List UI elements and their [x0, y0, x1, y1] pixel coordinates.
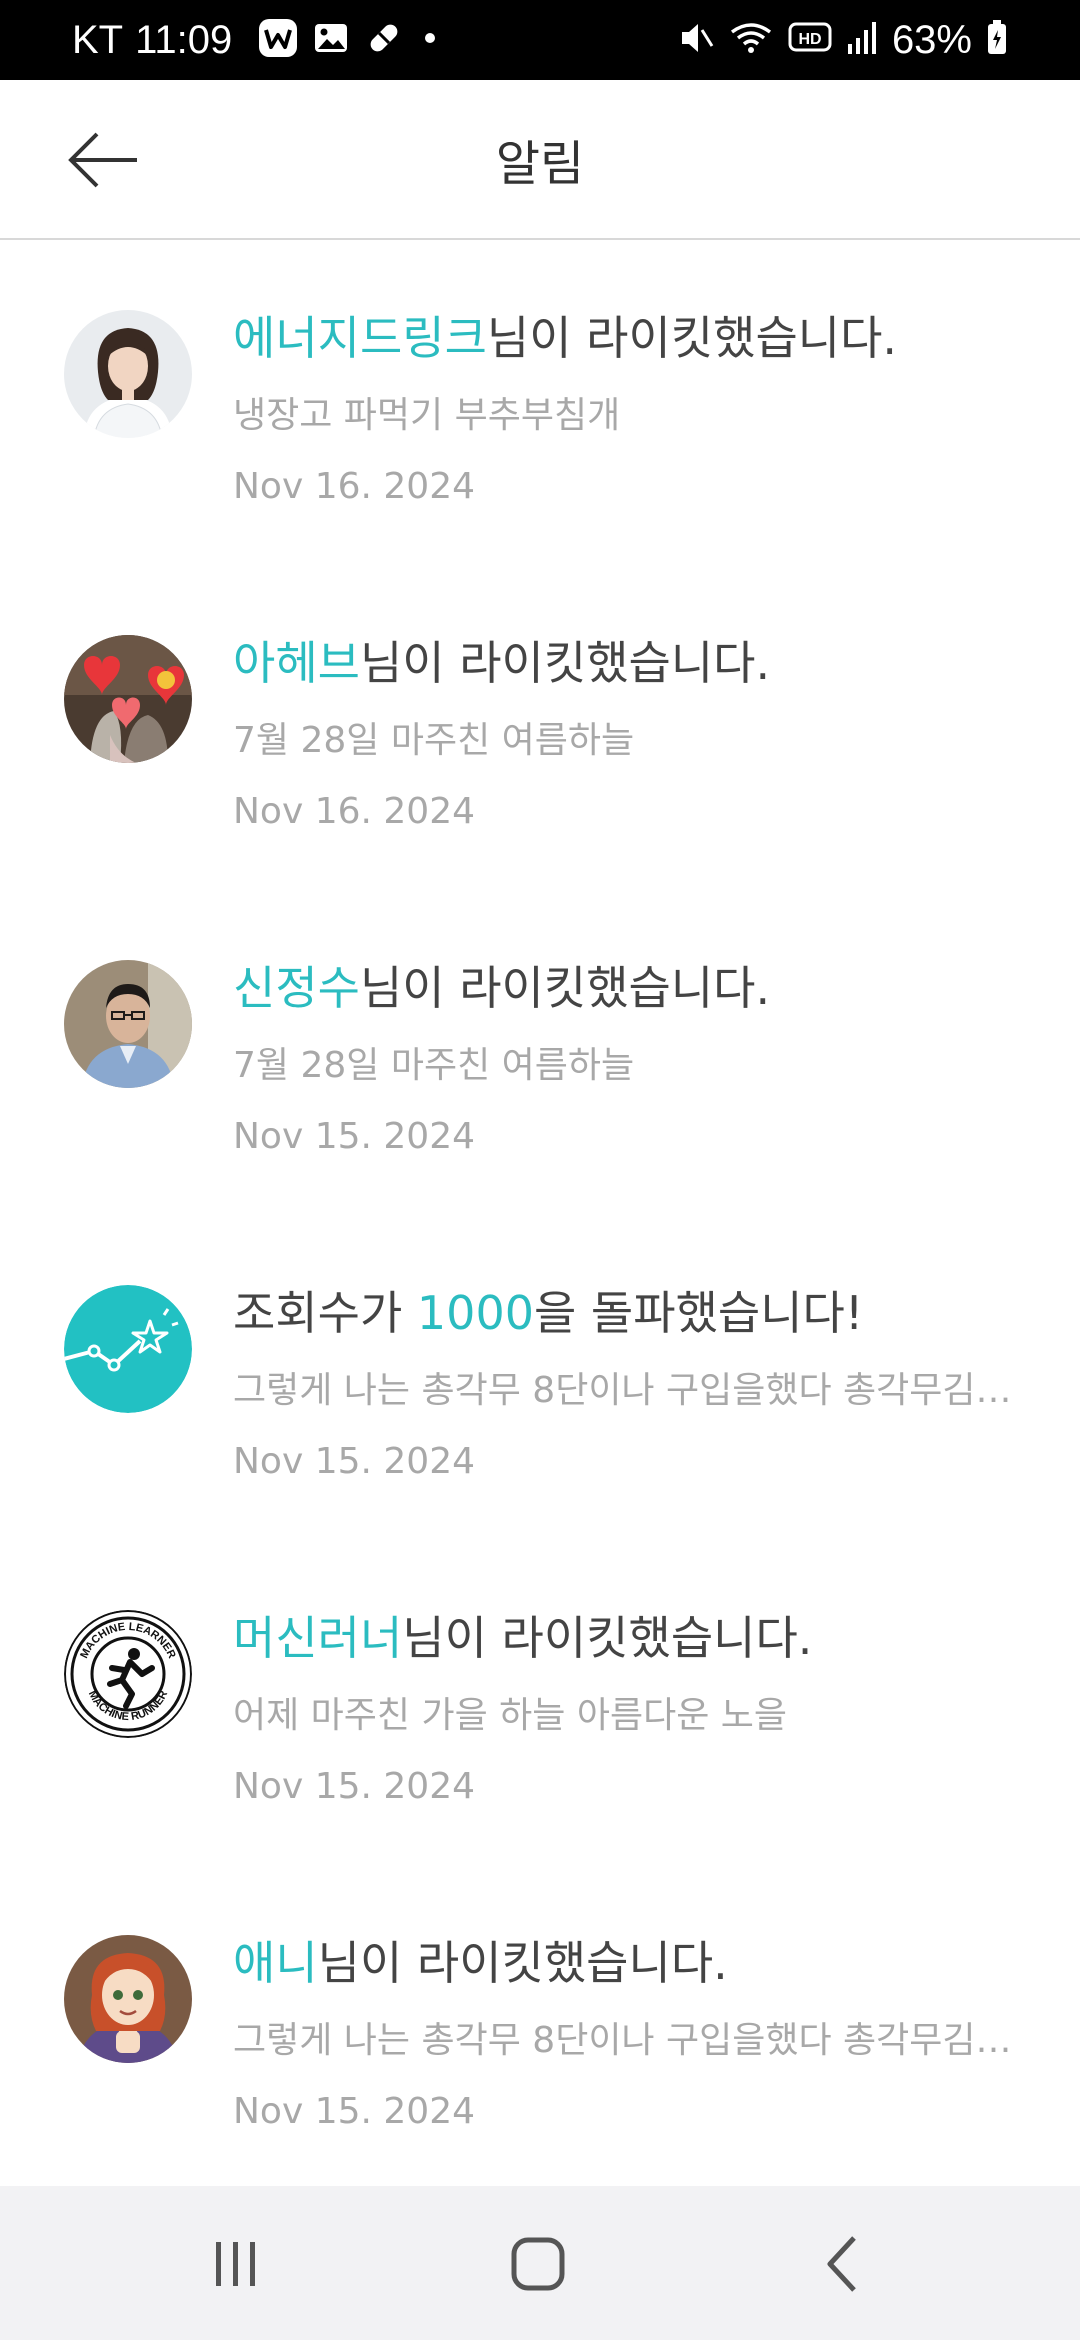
notification-icons: [258, 18, 442, 62]
notification-message: 님이 라이킷했습니다.: [402, 1611, 813, 1665]
gallery-icon: [312, 19, 350, 61]
recent-apps-icon: [216, 2242, 255, 2286]
avatar[interactable]: MACHINE LEARNER MACHINE RUNNER: [64, 1610, 192, 1738]
status-bar: KT 11:09 HD 63%: [0, 0, 1080, 80]
notification-date: Nov 16. 2024: [233, 466, 476, 507]
post-title: 냉장고 파먹기 부추부침개: [233, 395, 621, 436]
mute-icon: [678, 18, 714, 62]
notification-title: 머신러너님이 라이킷했습니다.: [233, 1602, 1033, 1668]
chevron-left-icon: [827, 2236, 856, 2292]
dot-icon: [418, 26, 442, 54]
notification-title: 아헤브님이 라이킷했습니다.: [233, 627, 1033, 693]
w-app-icon: [258, 18, 298, 62]
notification-date: Nov 16. 2024: [233, 791, 476, 832]
post-title: 그렇게 나는 총각무 8단이나 구입을했다 총각무김…: [233, 1370, 1012, 1411]
clock: 11:09: [135, 17, 233, 62]
notification-date: Nov 15. 2024: [233, 1766, 476, 1807]
recent-apps-button[interactable]: [186, 2224, 286, 2304]
carrier-label: KT: [72, 17, 124, 62]
post-title: 7월 28일 마주친 여름하늘: [233, 720, 635, 761]
svg-text:HD: HD: [798, 31, 821, 48]
nav-back-button[interactable]: [792, 2224, 892, 2304]
user-name[interactable]: 신정수: [233, 961, 360, 1015]
notification-title: 조회수가 1000을 돌파했습니다!: [233, 1277, 1033, 1343]
notification-item[interactable]: 조회수가 1000을 돌파했습니다! 그렇게 나는 총각무 8단이나 구입을했다…: [0, 1215, 1080, 1540]
notification-prefix: 조회수가: [233, 1286, 417, 1340]
battery-icon: [986, 18, 1008, 62]
views-milestone-icon: [64, 1285, 192, 1413]
avatar[interactable]: [64, 960, 192, 1088]
status-bar-left: KT 11:09: [72, 0, 442, 80]
notification-item[interactable]: 애니님이 라이킷했습니다. 그렇게 나는 총각무 8단이나 구입을했다 총각무김…: [0, 1865, 1080, 2190]
home-icon: [511, 2237, 565, 2291]
notification-message: 님이 라이킷했습니다.: [359, 961, 771, 1015]
system-nav-bar: [0, 2186, 1080, 2340]
notification-item[interactable]: 에너지드링크님이 라이킷했습니다. 냉장고 파먹기 부추부침개 Nov 16. …: [0, 240, 1080, 565]
notification-message: 님이 라이킷했습니다.: [317, 1936, 728, 1990]
notification-date: Nov 15. 2024: [233, 1116, 476, 1157]
notification-item[interactable]: 아헤브님이 라이킷했습니다. 7월 28일 마주친 여름하늘 Nov 16. 2…: [0, 565, 1080, 890]
post-title: 그렇게 나는 총각무 8단이나 구입을했다 총각무김…: [233, 2020, 1012, 2061]
avatar[interactable]: [64, 1935, 192, 2063]
wifi-icon: [728, 18, 774, 62]
notification-message: 님이 라이킷했습니다.: [486, 311, 898, 365]
page-title: 알림: [495, 136, 585, 192]
notification-message: 님이 라이킷했습니다.: [359, 636, 771, 690]
user-name[interactable]: 머신러너: [233, 1611, 402, 1665]
notification-message: 을 돌파했습니다!: [533, 1286, 864, 1340]
notification-date: Nov 15. 2024: [233, 1441, 476, 1482]
status-bar-right: HD 63%: [678, 0, 1008, 80]
home-button[interactable]: [488, 2224, 588, 2304]
hd-icon: HD: [788, 20, 832, 60]
notification-title: 신정수님이 라이킷했습니다.: [233, 952, 1033, 1018]
app-bar: 알림: [0, 80, 1080, 240]
pill-icon: [364, 18, 404, 62]
avatar[interactable]: [64, 310, 192, 438]
view-count: 1000: [416, 1286, 534, 1340]
user-name[interactable]: 애니: [233, 1936, 318, 1990]
user-name[interactable]: 아헤브: [233, 636, 360, 690]
notification-title: 애니님이 라이킷했습니다.: [233, 1927, 1033, 1993]
notification-item[interactable]: MACHINE LEARNER MACHINE RUNNER 머신러너님이 라이…: [0, 1540, 1080, 1865]
user-name[interactable]: 에너지드링크: [233, 311, 487, 365]
notification-title: 에너지드링크님이 라이킷했습니다.: [233, 302, 1033, 368]
notification-item[interactable]: 신정수님이 라이킷했습니다. 7월 28일 마주친 여름하늘 Nov 15. 2…: [0, 890, 1080, 1215]
battery-percent: 63%: [891, 17, 972, 62]
avatar[interactable]: [64, 635, 192, 763]
post-title: 7월 28일 마주친 여름하늘: [233, 1045, 635, 1086]
post-title: 어제 마주친 가을 하늘 아름다운 노을: [233, 1695, 788, 1736]
signal-icon: [846, 18, 878, 62]
notification-date: Nov 15. 2024: [233, 2091, 476, 2132]
